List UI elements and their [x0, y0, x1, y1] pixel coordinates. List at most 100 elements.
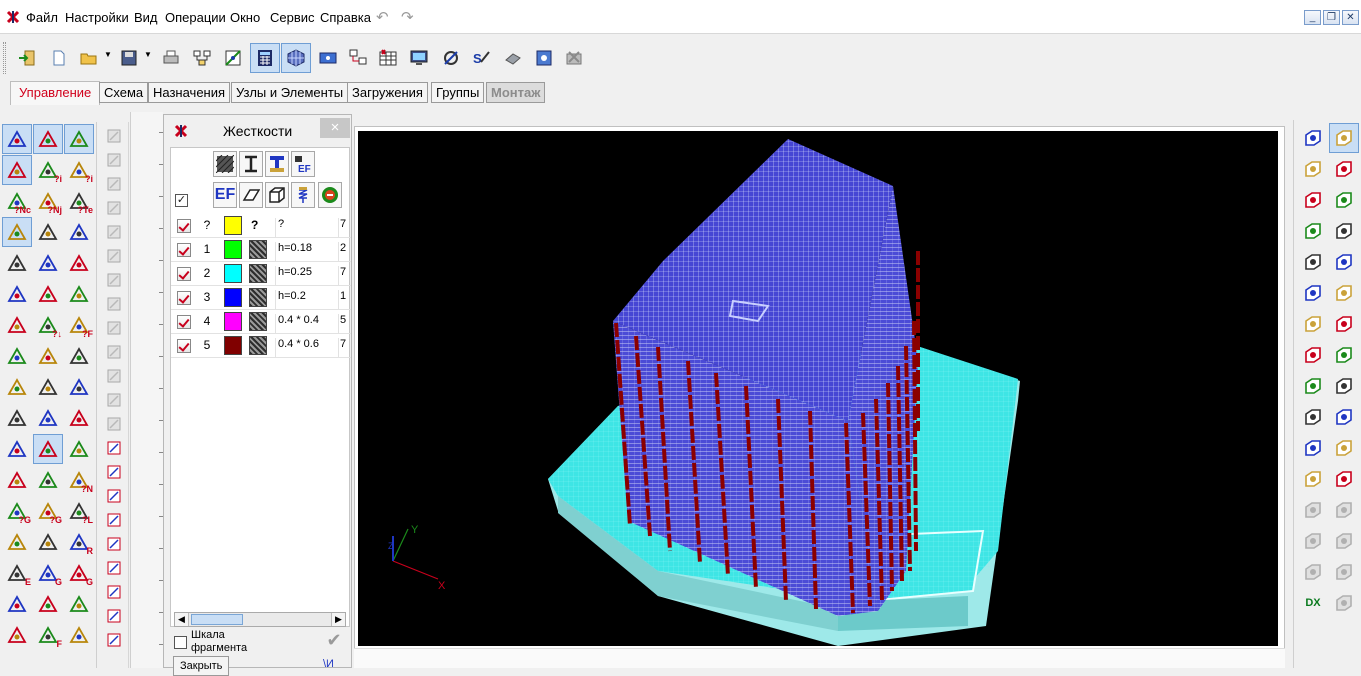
right-tool-23-icon[interactable] — [1329, 464, 1359, 494]
secondary-tool-4-icon[interactable] — [104, 222, 124, 242]
left-tool-8-0-icon[interactable] — [2, 372, 32, 402]
right-tool-12-icon[interactable] — [1298, 309, 1328, 339]
left-tool-0-1-icon[interactable] — [33, 124, 63, 154]
right-tool-18-icon[interactable] — [1298, 402, 1328, 432]
secondary-tool-21-icon[interactable] — [104, 630, 124, 650]
secondary-tool-9-icon[interactable] — [104, 342, 124, 362]
plate-hatch-icon[interactable] — [213, 151, 237, 177]
left-tool-7-2-icon[interactable] — [64, 341, 94, 371]
left-tool-0-2-icon[interactable] — [64, 124, 94, 154]
secondary-tool-17-icon[interactable] — [104, 534, 124, 554]
right-tool-24-icon[interactable] — [1298, 495, 1328, 525]
left-tool-5-1-icon[interactable] — [33, 279, 63, 309]
left-tool-1-0-icon[interactable] — [2, 155, 32, 185]
ef-icon[interactable]: EF — [213, 182, 237, 208]
right-tool-20-icon[interactable] — [1298, 433, 1328, 463]
horizontal-scrollbar[interactable]: ◀ ▶ — [174, 612, 346, 627]
right-tool-16-icon[interactable] — [1298, 371, 1328, 401]
left-tool-14-1-icon[interactable]: G — [33, 558, 63, 588]
print-icon[interactable] — [156, 43, 186, 73]
left-tool-7-0-icon[interactable] — [2, 341, 32, 371]
tab-scheme[interactable]: Схема — [99, 82, 149, 103]
restore-button[interactable]: ❐ — [1323, 10, 1340, 25]
secondary-tool-1-icon[interactable] — [104, 150, 124, 170]
row-color-swatch[interactable] — [224, 312, 242, 331]
plate-icon[interactable] — [239, 182, 263, 208]
secondary-tool-5-icon[interactable] — [104, 246, 124, 266]
tab-nodes-elements[interactable]: Узлы и Элементы — [231, 82, 349, 103]
minimize-button[interactable]: _ — [1304, 10, 1321, 25]
row-checkbox[interactable] — [177, 219, 191, 233]
left-tool-8-2-icon[interactable] — [64, 372, 94, 402]
right-tool-0-icon[interactable] — [1298, 123, 1328, 153]
left-tool-13-2-icon[interactable]: R — [64, 527, 94, 557]
open-folder-icon[interactable] — [74, 43, 104, 73]
row-color-swatch[interactable] — [224, 336, 242, 355]
right-tool-7-icon[interactable] — [1329, 216, 1359, 246]
right-tool-25-icon[interactable] — [1329, 495, 1359, 525]
model-edit-icon[interactable] — [218, 43, 248, 73]
left-tool-4-2-icon[interactable] — [64, 248, 94, 278]
menu-view[interactable]: Вид — [134, 10, 158, 25]
tab-groups[interactable]: Группы — [431, 82, 485, 103]
right-tool-26-icon[interactable] — [1298, 526, 1328, 556]
secondary-tool-6-icon[interactable] — [104, 270, 124, 290]
menu-settings[interactable]: Настройки — [65, 10, 129, 25]
left-tool-11-2-icon[interactable]: ?N — [64, 465, 94, 495]
stiffness-row[interactable]: 4 0.4 * 0.4 5 — [171, 310, 351, 334]
left-tool-2-1-icon[interactable]: ?Nj — [33, 186, 63, 216]
scheme-tree-icon[interactable] — [343, 43, 373, 73]
i-beam-icon[interactable] — [239, 151, 263, 177]
left-tool-14-2-icon[interactable]: G — [64, 558, 94, 588]
panel-close-text-button[interactable]: Закрыть — [173, 656, 229, 676]
left-tool-9-0-icon[interactable] — [2, 403, 32, 433]
right-tool-10-icon[interactable] — [1298, 278, 1328, 308]
left-tool-15-0-icon[interactable] — [2, 589, 32, 619]
row-color-swatch[interactable] — [224, 240, 242, 259]
right-tool-2-icon[interactable] — [1298, 154, 1328, 184]
left-tool-5-0-icon[interactable] — [2, 279, 32, 309]
left-tool-13-1-icon[interactable] — [33, 527, 63, 557]
scroll-left-icon[interactable]: ◀ — [175, 613, 189, 626]
apply-check-icon[interactable]: ✔ — [321, 630, 347, 654]
right-tool-21-icon[interactable] — [1329, 433, 1359, 463]
right-tool-11-icon[interactable] — [1329, 278, 1359, 308]
right-tool-29-icon[interactable] — [1329, 557, 1359, 587]
network-icon[interactable] — [187, 43, 217, 73]
config-icon[interactable] — [529, 43, 559, 73]
right-tool-19-icon[interactable] — [1329, 402, 1359, 432]
secondary-tool-19-icon[interactable] — [104, 582, 124, 602]
select-all-checkbox[interactable]: ✓ — [175, 194, 188, 207]
menu-operations[interactable]: Операции — [165, 10, 226, 25]
row-checkbox[interactable] — [177, 339, 191, 353]
left-tool-15-1-icon[interactable] — [33, 589, 63, 619]
scroll-right-icon[interactable]: ▶ — [331, 613, 345, 626]
ef-small-icon[interactable]: EF — [291, 151, 315, 177]
redo-icon[interactable]: ↷ — [401, 8, 414, 26]
left-tool-16-1-icon[interactable]: F — [33, 620, 63, 650]
right-tool-1-icon[interactable] — [1329, 123, 1359, 153]
left-tool-5-2-icon[interactable] — [64, 279, 94, 309]
right-tool-9-icon[interactable] — [1329, 247, 1359, 277]
display-icon[interactable] — [313, 43, 343, 73]
right-tool-8-icon[interactable] — [1298, 247, 1328, 277]
left-tool-10-0-icon[interactable] — [2, 434, 32, 464]
left-tool-1-1-icon[interactable]: ?i — [33, 155, 63, 185]
menu-window[interactable]: Окно — [230, 10, 260, 25]
results-icon[interactable] — [498, 43, 528, 73]
right-tool-15-icon[interactable] — [1329, 340, 1359, 370]
tab-loads[interactable]: Загружения — [347, 82, 428, 103]
row-color-swatch[interactable] — [224, 264, 242, 283]
left-tool-3-0-icon[interactable] — [2, 217, 32, 247]
right-tool-4-icon[interactable] — [1298, 185, 1328, 215]
row-checkbox[interactable] — [177, 291, 191, 305]
right-tool-22-icon[interactable] — [1298, 464, 1328, 494]
left-tool-4-0-icon[interactable] — [2, 248, 32, 278]
model-viewport[interactable]: X Y Z — [358, 131, 1278, 646]
secondary-tool-14-icon[interactable] — [104, 462, 124, 482]
menu-service[interactable]: Сервис — [270, 10, 315, 25]
left-tool-3-1-icon[interactable] — [33, 217, 63, 247]
cancel-round-icon[interactable] — [318, 182, 342, 208]
secondary-tool-7-icon[interactable] — [104, 294, 124, 314]
stiffness-row[interactable]: 2 h=0.25 7 — [171, 262, 351, 286]
